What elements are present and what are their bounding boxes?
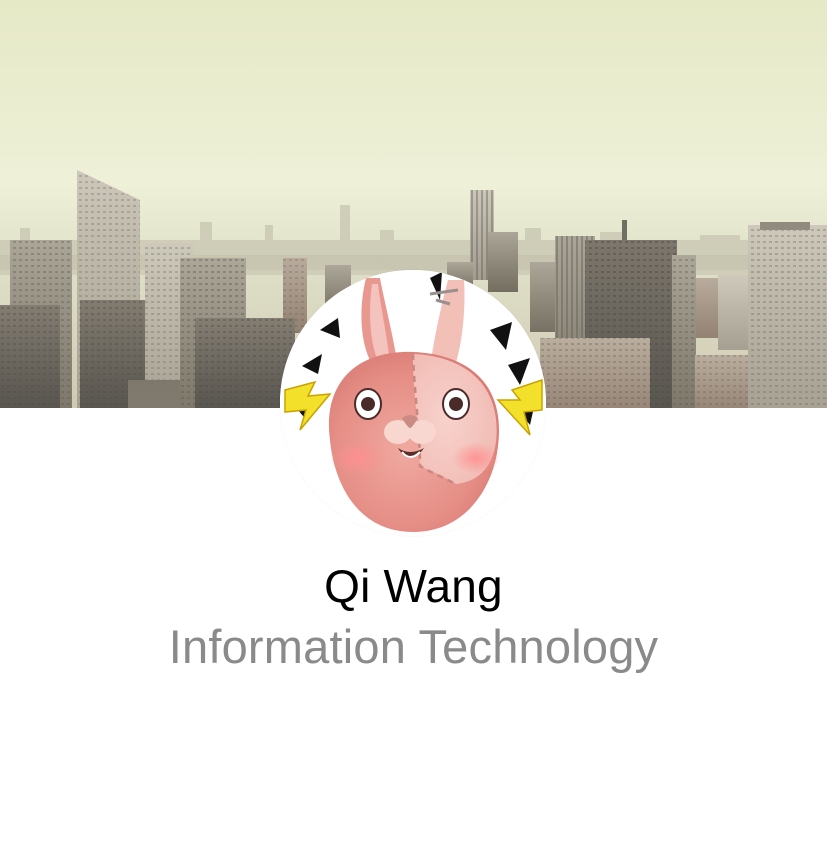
profile-name: Qi Wang (324, 560, 503, 612)
rabbit-character-icon (280, 270, 546, 536)
avatar[interactable] (280, 270, 546, 536)
profile-department: Information Technology (168, 620, 659, 673)
